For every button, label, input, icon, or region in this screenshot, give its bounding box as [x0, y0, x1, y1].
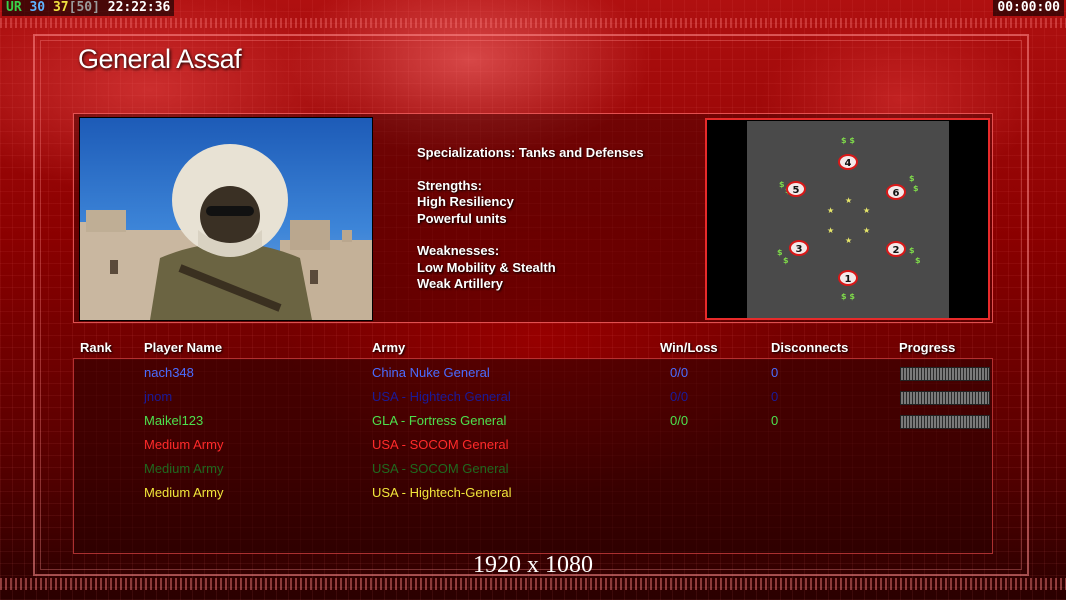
header-player-name: Player Name	[144, 340, 223, 355]
general-name: General Assaf	[78, 44, 242, 74]
strength-item: Powerful units	[417, 210, 507, 226]
start-position-label: 3	[796, 244, 803, 255]
player-win-loss: 0/0	[670, 413, 689, 428]
header-army: Army	[372, 340, 406, 355]
star-icon: ★	[827, 206, 834, 215]
player-name: Maikel123	[144, 413, 204, 428]
progress-bar	[900, 415, 990, 429]
hud-segment: 37	[45, 0, 69, 15]
hud-segment: 22:22:36	[99, 0, 171, 15]
header-disconnects: Disconnects	[771, 340, 849, 355]
weakness-item: Low Mobility & Stealth	[417, 259, 556, 275]
header-win-loss: Win/Loss	[660, 340, 718, 355]
strengths-title: Strengths:	[417, 177, 482, 193]
general-description: Specializations: Tanks and Defenses Stre…	[417, 145, 697, 293]
player-army: USA - Hightech General	[372, 389, 511, 404]
weakness-item: Weak Artillery	[417, 276, 503, 291]
start-position-label: 5	[793, 185, 800, 196]
player-row[interactable]: Medium Army USA - Hightech-General	[0, 482, 1066, 502]
player-row[interactable]: Medium Army USA - SOCOM General	[0, 434, 1066, 454]
player-army: USA - SOCOM General	[372, 461, 509, 476]
bottom-stripe	[0, 578, 1066, 590]
start-position-marker[interactable]: 2	[886, 241, 906, 257]
dollar-icon: $	[909, 174, 915, 183]
player-disconnects: 0	[771, 365, 779, 380]
dollar-icon: $ $	[841, 136, 855, 145]
map-terrain: $ $ $ $ $ $ $ $ $ $ $ $ ★ ★ ★ ★ ★ ★ 4563…	[747, 121, 949, 318]
star-icon: ★	[827, 226, 834, 235]
player-row[interactable]: jnom USA - Hightech General 0/0 0	[0, 386, 1066, 406]
player-disconnects: 0	[771, 389, 779, 404]
start-position-marker[interactable]: 5	[786, 181, 806, 197]
progress-bar	[900, 391, 990, 405]
dollar-icon: $	[915, 256, 921, 265]
start-position-label: 1	[845, 274, 852, 285]
player-name: Medium Army	[144, 485, 224, 500]
dollar-icon: $	[909, 246, 915, 255]
start-position-label: 4	[845, 158, 852, 169]
specializations-text: Specializations: Tanks and Defenses	[417, 145, 644, 160]
resolution-label: 1920 x 1080	[473, 552, 593, 578]
start-position-marker[interactable]: 3	[789, 240, 809, 256]
dollar-icon: $	[783, 256, 789, 265]
header-rank: Rank	[80, 340, 112, 355]
player-row[interactable]: Maikel123 GLA - Fortress General 0/0 0	[0, 410, 1066, 430]
player-army: USA - Hightech-General	[372, 485, 512, 500]
player-army: USA - SOCOM General	[372, 437, 509, 452]
player-disconnects: 0	[771, 413, 779, 428]
soldier-figure	[150, 144, 312, 320]
general-portrait	[79, 117, 373, 321]
player-name: Medium Army	[144, 461, 224, 476]
star-icon: ★	[863, 226, 870, 235]
progress-bar	[900, 367, 990, 381]
player-row[interactable]: Medium Army USA - SOCOM General	[0, 458, 1066, 478]
dollar-icon: $	[913, 184, 919, 193]
strength-item: High Resiliency	[417, 194, 514, 209]
dollar-icon: $ $	[841, 292, 855, 301]
star-icon: ★	[845, 196, 852, 205]
top-stripe	[0, 18, 1066, 28]
star-icon: ★	[845, 236, 852, 245]
weaknesses-title: Weaknesses:	[417, 243, 500, 258]
player-win-loss: 0/0	[670, 365, 689, 380]
start-position-label: 2	[893, 245, 900, 256]
hud-stats: UR 30 37 [50] 22:22:36	[2, 0, 175, 16]
player-army: China Nuke General	[372, 365, 490, 380]
player-row[interactable]: nach348 China Nuke General 0/0 0	[0, 362, 1066, 382]
start-position-label: 6	[893, 188, 900, 199]
star-icon: ★	[863, 206, 870, 215]
player-name: Medium Army	[144, 437, 224, 452]
hud-segment: 30	[21, 0, 46, 15]
hud-timer: 00:00:00	[993, 0, 1064, 16]
hud-segment: UR	[6, 0, 22, 15]
header-progress: Progress	[899, 340, 956, 355]
player-name: jnom	[144, 389, 173, 404]
player-win-loss: 0/0	[670, 389, 689, 404]
start-position-marker[interactable]: 6	[886, 184, 906, 200]
start-position-marker[interactable]: 1	[838, 270, 858, 286]
player-table-header: Rank Player Name Army Win/Loss Disconnec…	[0, 338, 1066, 356]
hud-segment: [50]	[68, 0, 100, 15]
start-position-marker[interactable]: 4	[838, 154, 858, 170]
player-army: GLA - Fortress General	[372, 413, 507, 428]
map-markers: $ $ $ $ $ $ $ $ $ $ $ $ ★ ★ ★ ★ ★ ★ 4563…	[777, 136, 921, 301]
player-name: nach348	[144, 365, 194, 380]
